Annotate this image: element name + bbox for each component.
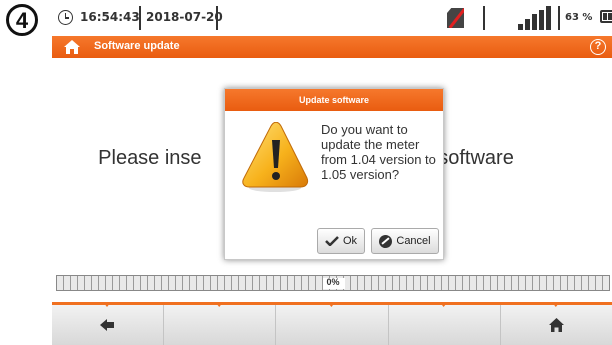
status-separator xyxy=(558,6,560,30)
status-date: 2018-07-20 xyxy=(146,10,223,24)
back-button[interactable] xyxy=(52,302,165,345)
help-button[interactable]: ? xyxy=(590,39,606,55)
status-bar: 16:54:43 2018-07-20 63 % xyxy=(52,0,612,36)
warning-icon xyxy=(242,122,309,192)
back-icon xyxy=(100,319,114,331)
home-button[interactable] xyxy=(501,302,612,345)
step-number: 4 xyxy=(6,4,38,36)
status-separator xyxy=(483,6,485,30)
battery-icon xyxy=(600,10,612,23)
clock-icon xyxy=(58,10,73,25)
dialog-message: Do you want to update the meter from 1.0… xyxy=(321,122,436,182)
toolbar-slot-2[interactable] xyxy=(164,302,277,345)
update-dialog: Update software Do you want to update th… xyxy=(224,88,444,260)
sd-card-disabled-icon xyxy=(447,8,464,28)
check-icon xyxy=(325,236,339,246)
title-bar: Software update ? xyxy=(52,36,612,58)
toolbar-notch xyxy=(215,302,224,307)
battery-percent: 63 % xyxy=(565,12,593,23)
cancel-button[interactable]: Cancel xyxy=(371,228,439,254)
progress-label: 0% xyxy=(326,277,340,287)
cancel-icon xyxy=(379,234,393,248)
progress-bar: 0% xyxy=(56,275,610,291)
toolbar-notch xyxy=(439,302,448,307)
toolbar-notch xyxy=(327,302,336,307)
home-icon xyxy=(548,318,564,332)
status-time: 16:54:43 xyxy=(80,10,140,24)
dialog-title: Update software xyxy=(225,89,443,111)
bottom-toolbar xyxy=(52,302,612,345)
toolbar-slot-4[interactable] xyxy=(389,302,501,345)
home-icon[interactable] xyxy=(63,39,81,55)
ok-label: Ok xyxy=(342,235,358,247)
cancel-label: Cancel xyxy=(396,235,431,247)
ok-button[interactable]: Ok xyxy=(317,228,365,254)
message-left: Please inse xyxy=(98,147,202,169)
status-separator xyxy=(139,6,141,30)
status-separator xyxy=(216,6,218,30)
toolbar-notch xyxy=(551,302,560,307)
signal-icon xyxy=(518,6,552,30)
toolbar-notch xyxy=(103,302,111,307)
toolbar-slot-3[interactable] xyxy=(276,302,389,345)
page-title: Software update xyxy=(94,40,180,52)
